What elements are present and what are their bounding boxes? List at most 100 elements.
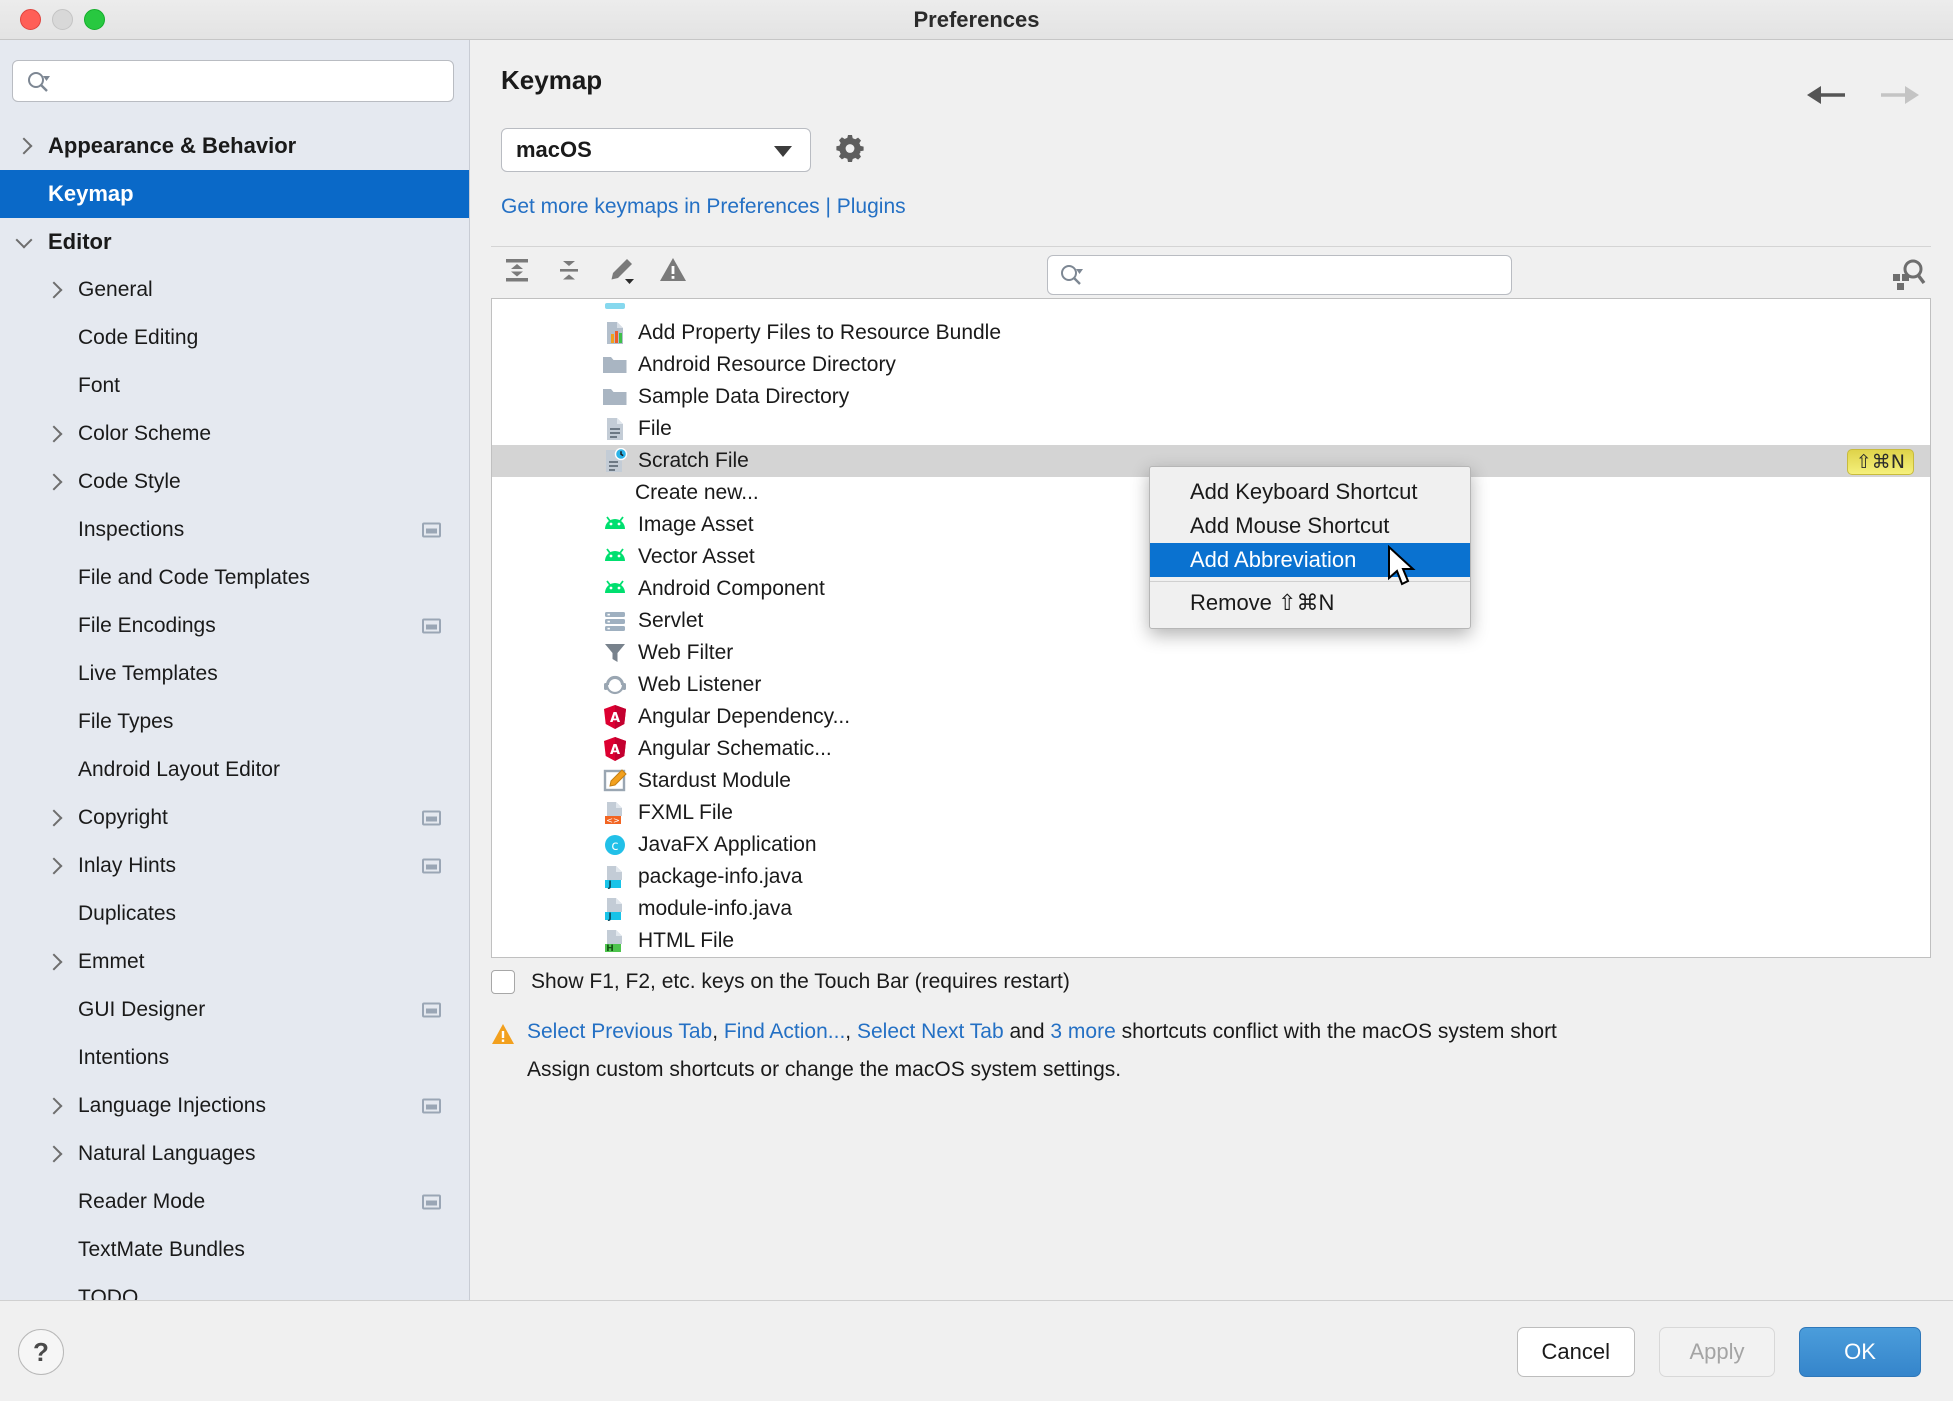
sidebar-item-language-injections[interactable]: Language Injections — [0, 1082, 469, 1130]
context-menu-item-add-keyboard-shortcut[interactable]: Add Keyboard Shortcut — [1150, 475, 1470, 509]
touchbar-checkbox-row[interactable]: Show F1, F2, etc. keys on the Touch Bar … — [491, 970, 1070, 994]
sidebar-item-android-layout-editor[interactable]: Android Layout Editor — [0, 746, 469, 794]
conflict-link-3-more[interactable]: 3 more — [1050, 1020, 1115, 1043]
context-menu[interactable]: Add Keyboard Shortcut Add Mouse Shortcut A… — [1149, 466, 1471, 629]
context-menu-item-add-abbreviation[interactable]: Add Abbreviation — [1150, 543, 1470, 577]
svg-text:A: A — [610, 743, 620, 758]
keymap-settings-gear-button[interactable] — [833, 133, 867, 167]
angular-icon: A — [602, 704, 628, 730]
sidebar-item-label: Language Injections — [78, 1094, 266, 1117]
table-row[interactable] — [492, 299, 1930, 317]
sidebar-item-inspections[interactable]: Inspections — [0, 506, 469, 554]
table-row[interactable]: Sample Data Directory — [492, 381, 1930, 413]
action-label: Vector Asset — [638, 545, 755, 568]
conflict-link-select-previous-tab[interactable]: Select Previous Tab — [527, 1020, 712, 1043]
edit-shortcut-button[interactable] — [595, 251, 647, 295]
sidebar-item-todo[interactable]: TODO — [0, 1274, 469, 1300]
table-row[interactable]: A Angular Schematic... — [492, 733, 1930, 765]
table-row[interactable]: c JavaFX Application — [492, 829, 1930, 861]
table-row[interactable]: File — [492, 413, 1930, 445]
table-row[interactable]: A Angular Dependency... — [492, 701, 1930, 733]
table-row[interactable]: Stardust Module — [492, 765, 1930, 797]
get-more-keymaps-link[interactable]: Get more keymaps in Preferences | Plugin… — [501, 195, 906, 219]
conflict-link-select-next-tab[interactable]: Select Next Tab — [857, 1020, 1004, 1043]
apply-button[interactable]: Apply — [1659, 1327, 1775, 1377]
sidebar-item-keymap[interactable]: Keymap — [0, 170, 469, 218]
expand-all-button[interactable] — [491, 251, 543, 295]
fxml-icon: <> — [602, 800, 628, 826]
action-label: JavaFX Application — [638, 833, 817, 856]
warning-triangle-icon — [658, 255, 688, 290]
sidebar-item-live-templates[interactable]: Live Templates — [0, 650, 469, 698]
sidebar-item-file-and-code-templates[interactable]: File and Code Templates — [0, 554, 469, 602]
svg-text:J: J — [607, 880, 611, 890]
sidebar-item-appearance-behavior[interactable]: Appearance & Behavior — [0, 122, 469, 170]
sidebar-item-duplicates[interactable]: Duplicates — [0, 890, 469, 938]
sidebar-item-list[interactable]: Appearance & Behavior Keymap Editor General… — [0, 122, 469, 1300]
find-by-shortcut-button[interactable] — [1889, 256, 1929, 294]
sidebar-item-textmate-bundles[interactable]: TextMate Bundles — [0, 1226, 469, 1274]
table-row[interactable]: Add Property Files to Resource Bundle — [492, 317, 1930, 349]
action-label: Add Property Files to Resource Bundle — [638, 321, 1002, 344]
resource-bundle-icon — [602, 320, 628, 346]
sidebar-item-label: General — [78, 278, 153, 301]
sidebar-item-label: File Encodings — [78, 614, 216, 637]
conflicts-button[interactable] — [647, 251, 699, 295]
sidebar-item-copyright[interactable]: Copyright — [0, 794, 469, 842]
sidebar-item-label: Keymap — [48, 181, 134, 206]
sidebar-item-natural-languages[interactable]: Natural Languages — [0, 1130, 469, 1178]
help-button[interactable]: ? — [18, 1329, 64, 1375]
back-arrow-icon[interactable] — [1805, 82, 1847, 108]
sidebar-item-label: GUI Designer — [78, 998, 206, 1021]
ok-button[interactable]: OK — [1799, 1327, 1921, 1377]
chevron-right-icon — [45, 281, 78, 299]
context-menu-separator — [1150, 581, 1470, 582]
sidebar-item-label: File Types — [78, 710, 174, 733]
sidebar-item-general[interactable]: General — [0, 266, 469, 314]
sidebar-item-file-encodings[interactable]: File Encodings — [0, 602, 469, 650]
sidebar-item-color-scheme[interactable]: Color Scheme — [0, 410, 469, 458]
sidebar-item-label: Emmet — [78, 950, 145, 973]
keymap-search-field[interactable] — [1047, 255, 1512, 295]
table-row[interactable]: H HTML File — [492, 925, 1930, 957]
context-menu-item-remove-n[interactable]: Remove ⇧⌘N — [1150, 586, 1470, 620]
sidebar-item-editor[interactable]: Editor — [0, 218, 469, 266]
table-row[interactable]: Jmodule-info.java — [492, 893, 1930, 925]
table-row[interactable]: <> FXML File — [492, 797, 1930, 829]
navigation-arrows[interactable] — [1805, 82, 1921, 108]
sidebar-item-code-editing[interactable]: Code Editing — [0, 314, 469, 362]
collapse-all-button[interactable] — [543, 251, 595, 295]
sidebar-search-input[interactable] — [65, 61, 425, 101]
chevron-right-icon — [45, 1097, 78, 1115]
sidebar-item-emmet[interactable]: Emmet — [0, 938, 469, 986]
sidebar-item-font[interactable]: Font — [0, 362, 469, 410]
touchbar-checkbox[interactable] — [491, 970, 515, 994]
table-row[interactable]: Web Filter — [492, 637, 1930, 669]
sidebar-item-gui-designer[interactable]: GUI Designer — [0, 986, 469, 1034]
sidebar-item-label: Intentions — [78, 1046, 170, 1069]
sidebar-item-code-style[interactable]: Code Style — [0, 458, 469, 506]
table-row[interactable]: Android Resource Directory — [492, 349, 1930, 381]
sidebar-item-inlay-hints[interactable]: Inlay Hints — [0, 842, 469, 890]
table-row[interactable]: Jpackage-info.java — [492, 861, 1930, 893]
action-label: Image Asset — [638, 513, 754, 536]
context-menu-item-add-mouse-shortcut[interactable]: Add Mouse Shortcut — [1150, 509, 1470, 543]
table-row[interactable]: Web Listener — [492, 669, 1930, 701]
cancel-button[interactable]: Cancel — [1516, 1327, 1635, 1377]
action-label: Android Resource Directory — [638, 353, 896, 376]
svg-text:c: c — [611, 839, 618, 854]
keymap-select[interactable]: macOS — [501, 128, 811, 172]
settings-sidebar[interactable]: Appearance & Behavior Keymap Editor General… — [0, 40, 470, 1300]
sidebar-item-label: Copyright — [78, 806, 168, 829]
conflict-link-find-action[interactable]: Find Action... — [724, 1020, 845, 1043]
chevron-right-icon — [45, 809, 78, 827]
sidebar-item-intentions[interactable]: Intentions — [0, 1034, 469, 1082]
conflict-sep-1: , — [712, 1020, 724, 1043]
sidebar-item-reader-mode[interactable]: Reader Mode — [0, 1178, 469, 1226]
keymap-search-input[interactable] — [1096, 256, 1496, 294]
sidebar-search-field[interactable] — [12, 60, 454, 102]
action-label: package-info.java — [638, 865, 803, 888]
forward-arrow-icon[interactable] — [1879, 82, 1921, 108]
sidebar-item-file-types[interactable]: File Types — [0, 698, 469, 746]
sidebar-item-label: Android Layout Editor — [78, 758, 280, 781]
